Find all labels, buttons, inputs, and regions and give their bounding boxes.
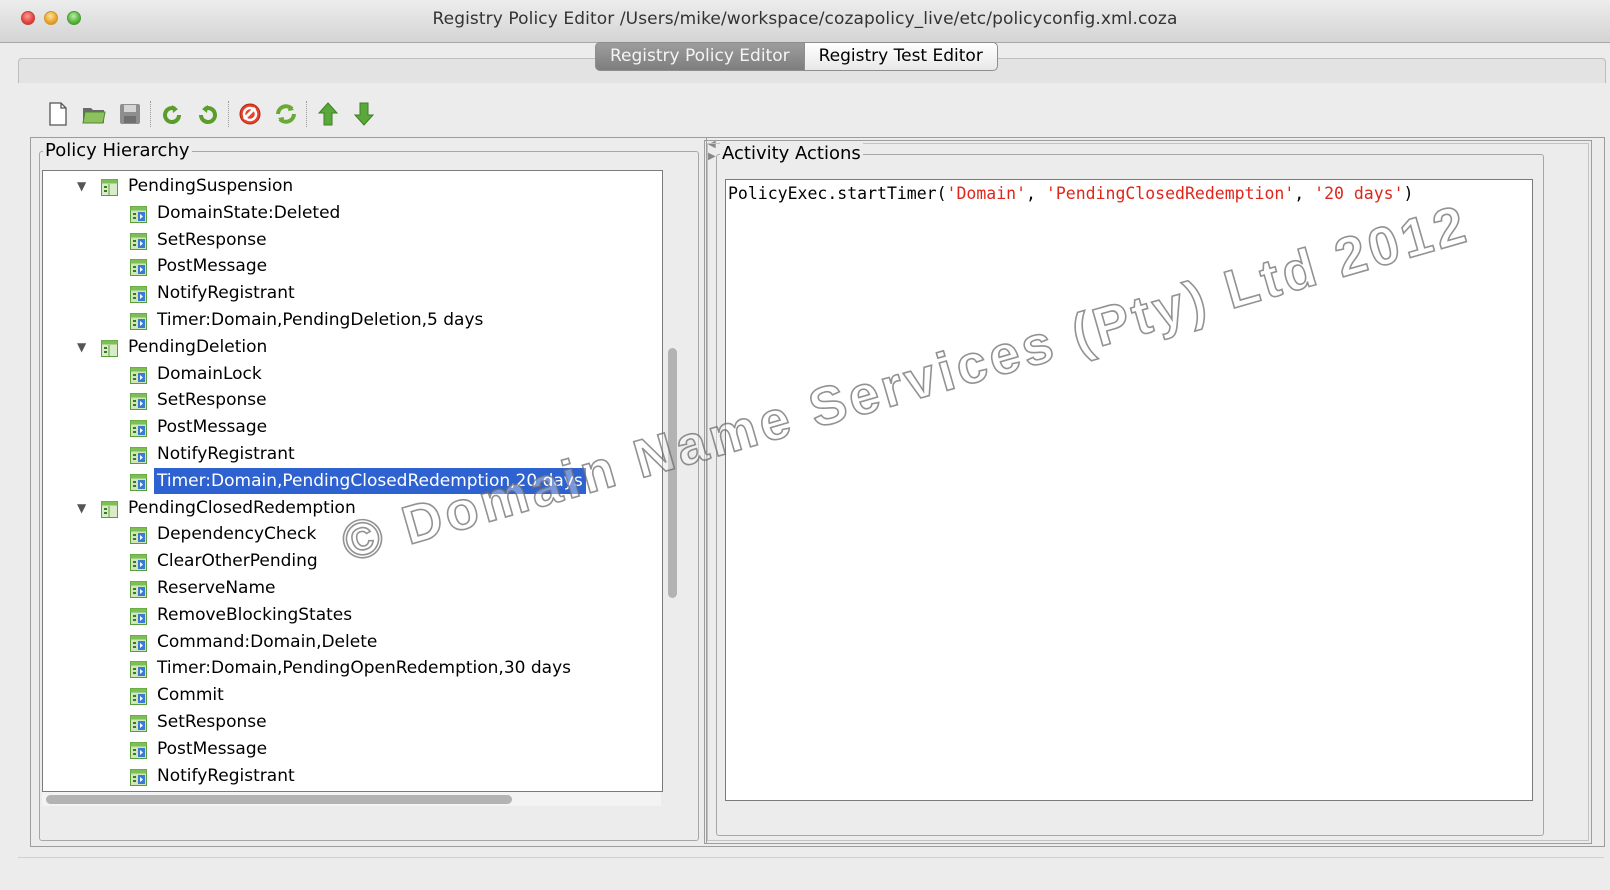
policy-action-icon [130,473,147,491]
tree-node-label: ClearOtherPending [157,551,318,572]
code-arg-state: 'PendingClosedRedemption' [1045,184,1295,203]
code-comma: , [1294,184,1315,203]
toolbar-separator [150,101,152,127]
activity-actions-panel: Activity Actions PolicyExec.startTimer('… [704,140,1592,844]
activity-actions-group: Activity Actions PolicyExec.startTimer('… [716,143,1544,836]
policy-action-icon [130,634,147,652]
policy-action-icon [130,419,147,438]
policy-group-icon [101,178,118,196]
toolbar-separator [306,101,308,127]
policy-hierarchy-group: Policy Hierarchy ▼ PendingSuspension Domai… [39,140,699,841]
tab-registry-policy-editor[interactable]: Registry Policy Editor [595,42,804,71]
policy-action-icon [130,392,147,411]
toolbar [40,97,382,131]
tree-vertical-scrollbar[interactable] [666,170,678,790]
policy-action-icon [130,366,147,384]
tree-node-label: PendingClosedRedemption [128,497,356,518]
undo-icon[interactable] [154,97,190,131]
code-suffix: ) [1403,184,1414,203]
tree-node-label: Timer:Domain,PendingDeletion,5 days [157,310,484,330]
tree-vertical-scroll-thumb[interactable] [668,348,677,598]
title-bar: Registry Policy Editor /Users/mike/works… [0,0,1610,43]
tree-node-label: NotifyRegistrant [157,765,295,786]
tree-node-label: ReserveName [157,578,276,598]
policy-action-icon [130,768,147,786]
main-split-pane: Policy Hierarchy ▼ PendingSuspension Domai… [30,137,1605,847]
policy-tree[interactable]: ▼ PendingSuspension DomainState:Deleted Set… [42,170,663,792]
tree-node-label: PostMessage [157,738,268,759]
code-arg-duration: '20 days' [1314,184,1404,203]
tab-bar: Registry Policy Editor Registry Test Edi… [595,42,998,71]
tree-node-label: PendingDeletion [128,336,268,357]
tree-node-label: SetResponse [157,390,267,411]
tree-node-label: Timer:Domain,PendingOpenRedemption,30 da… [157,658,571,679]
policy-action-icon [130,232,147,250]
policy-action-icon [130,285,147,304]
move-down-icon[interactable] [346,97,382,131]
policy-group-icon [101,500,118,518]
policy-action-icon [130,580,147,598]
tree-node-label: DomainState:Deleted [157,202,341,223]
policy-action-icon [130,660,147,679]
policy-action-icon [130,687,147,706]
tree-node-label: PendingSuspension [128,176,294,196]
new-document-icon[interactable] [40,97,76,131]
activity-actions-frame: Activity Actions PolicyExec.startTimer('… [707,143,1589,841]
tree-node-label: SetResponse [157,712,267,732]
expand-toggle-icon[interactable]: ▼ [77,495,91,521]
tree-node-label: Command:Domain,Delete [157,631,378,652]
tree-node-label: RemoveBlockingStates [157,604,353,625]
expand-toggle-icon[interactable]: ▼ [77,334,91,360]
window-title: Registry Policy Editor /Users/mike/works… [432,9,1178,29]
move-up-icon[interactable] [310,97,346,131]
tree-node-label: Commit [157,685,224,706]
expand-toggle-icon[interactable]: ▼ [77,173,91,199]
tree-node-label: DependencyCheck [157,524,317,545]
code-comma: , [1026,184,1046,203]
policy-action-icon [130,526,147,545]
policy-group-icon [101,339,118,357]
policy-hierarchy-panel: Policy Hierarchy ▼ PendingSuspension Domai… [31,138,707,844]
tab-registry-test-editor[interactable]: Registry Test Editor [803,42,998,71]
policy-action-icon [130,258,147,277]
policy-action-icon [130,205,147,223]
policy-action-icon [130,607,147,625]
redo-icon[interactable] [190,97,226,131]
policy-action-icon [130,553,147,572]
stop-icon[interactable] [232,97,268,131]
save-icon[interactable] [112,97,148,131]
tree-node-label: PostMessage [157,256,268,277]
code-arg-entity: 'Domain' [946,184,1027,203]
code-prefix: PolicyExec.startTimer( [728,184,947,203]
tree-node-label: PostMessage [157,417,268,438]
activity-actions-editor[interactable]: PolicyExec.startTimer('Domain', 'Pending… [725,179,1533,801]
policy-action-icon [130,446,147,464]
tree-horizontal-scroll-thumb[interactable] [46,795,512,804]
status-bar [18,857,1604,884]
tree-node-label: Timer:Domain,PendingClosedRedemption,20 … [154,467,586,494]
tree-horizontal-scrollbar[interactable] [42,792,661,806]
activity-actions-title: Activity Actions [720,143,863,165]
policy-hierarchy-title: Policy Hierarchy [43,140,192,162]
tree-node-label: NotifyRegistrant [157,444,295,464]
tree-node-label: DomainLock [157,363,262,384]
policy-action-icon [130,714,147,732]
toolbar-separator [228,101,230,127]
open-folder-icon[interactable] [76,97,112,131]
policy-action-icon [130,741,147,759]
tree-node-label: NotifyRegistrant [157,283,295,304]
tree-node-label: SetResponse [157,229,267,250]
refresh-icon[interactable] [268,97,304,131]
policy-action-icon [130,312,147,330]
